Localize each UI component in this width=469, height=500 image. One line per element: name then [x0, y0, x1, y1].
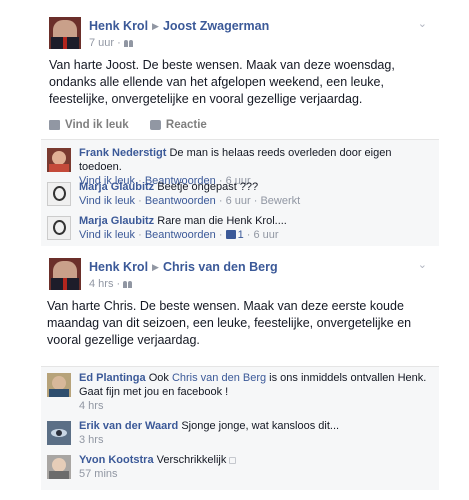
comment-meta: Vind ik leuk · Beantwoorden · 6 uur · Be…: [79, 195, 301, 207]
post-joost: Henk Krol ▶ Joost Zwagerman 7 uur · ⌄ Van h…: [41, 9, 439, 246]
post-header: Henk Krol ▶ Chris van den Berg: [89, 260, 278, 274]
avatar[interactable]: [47, 373, 71, 397]
edit-marker-icon: [229, 457, 237, 464]
comment-reply-link[interactable]: Beantwoorden: [145, 229, 216, 241]
author-link[interactable]: Henk Krol: [89, 260, 148, 274]
avatar[interactable]: [47, 421, 71, 445]
comment-time[interactable]: 6 uur: [253, 229, 278, 241]
comment: Marja Glaubitz Rare man die Henk Krol...…: [47, 214, 435, 246]
comment-text: Rare man die Henk Krol....: [157, 215, 287, 227]
comment-edited[interactable]: Bewerkt: [260, 195, 300, 207]
target-link[interactable]: Chris van den Berg: [163, 260, 278, 274]
comment-button[interactable]: Reactie: [149, 119, 207, 131]
post-chris: Henk Krol ▶ Chris van den Berg 4 hrs · ⌄ Va…: [41, 250, 439, 490]
comment-like-link[interactable]: Vind ik leuk: [79, 229, 135, 241]
comment: Erik van der Waard Sjonge jonge, wat kan…: [47, 419, 435, 451]
comment-text: Verschrikkelijk: [156, 454, 227, 466]
friends-icon: [123, 39, 134, 47]
comment: Marja Glaubitz Beetje ongepast ??? Vind …: [47, 180, 435, 212]
comment-like-count[interactable]: 1: [225, 229, 244, 241]
avatar[interactable]: [47, 182, 71, 206]
comment-author[interactable]: Erik van der Waard: [79, 420, 178, 432]
comment-time[interactable]: 6 uur: [226, 195, 251, 207]
play-arrow-icon: ▶: [152, 262, 159, 272]
comment-text: Beetje ongepast ???: [157, 181, 259, 193]
post-time[interactable]: 7 uur: [89, 37, 114, 49]
avatar[interactable]: [47, 216, 71, 240]
target-link[interactable]: Joost Zwagerman: [163, 19, 269, 33]
post-text: Van harte Joost. De beste wensen. Maak v…: [49, 58, 395, 106]
post-actions: Vind ik leuk Reactie: [49, 119, 225, 133]
avatar[interactable]: [47, 148, 71, 172]
comment-text-pre: Ook: [148, 372, 169, 384]
post-meta: 4 hrs ·: [89, 278, 133, 290]
like-thumb-icon: [49, 120, 60, 130]
comment: Frank Nederstigt De man is helaas reeds …: [47, 146, 435, 187]
avatar-henk-krol[interactable]: [49, 258, 81, 290]
comment: Yvon Kootstra Verschrikkelijk 57 mins: [47, 453, 435, 485]
comment-author[interactable]: Yvon Kootstra: [79, 454, 154, 466]
like-button[interactable]: Vind ik leuk: [49, 119, 129, 131]
post-time[interactable]: 4 hrs: [89, 278, 113, 290]
comment-author[interactable]: Ed Plantinga: [79, 372, 146, 384]
mention-link[interactable]: Chris van den Berg: [172, 372, 266, 384]
comment-author[interactable]: Marja Glaubitz: [79, 181, 154, 193]
comment-like-link[interactable]: Vind ik leuk: [79, 195, 135, 207]
like-thumb-icon: [225, 230, 236, 239]
comment: Ed Plantinga Ook Chris van den Berg is o…: [47, 371, 435, 415]
post-text: Van harte Chris. De beste wensen. Maak v…: [47, 299, 412, 347]
chevron-down-icon[interactable]: ⌄: [418, 17, 427, 30]
avatar-henk-krol[interactable]: [49, 17, 81, 49]
post-header: Henk Krol ▶ Joost Zwagerman: [89, 19, 269, 33]
friends-icon: [123, 280, 133, 288]
author-link[interactable]: Henk Krol: [89, 19, 148, 33]
play-arrow-icon: ▶: [152, 21, 159, 31]
post-meta: 7 uur ·: [89, 37, 134, 49]
comment-author[interactable]: Frank Nederstigt: [79, 147, 166, 159]
comment-time[interactable]: 4 hrs: [79, 399, 434, 413]
comments-section: Ed Plantinga Ook Chris van den Berg is o…: [41, 366, 439, 490]
chevron-down-icon[interactable]: ⌄: [418, 258, 427, 271]
comment-meta: Vind ik leuk · Beantwoorden · 1 · 6 uur: [79, 229, 279, 241]
comments-section: Frank Nederstigt De man is helaas reeds …: [41, 139, 439, 246]
comment-author[interactable]: Marja Glaubitz: [79, 215, 154, 227]
comment-bubble-icon: [149, 120, 161, 130]
comment-time[interactable]: 57 mins: [79, 467, 434, 481]
comment-time[interactable]: 3 hrs: [79, 433, 434, 447]
avatar[interactable]: [47, 455, 71, 479]
comment-reply-link[interactable]: Beantwoorden: [145, 195, 216, 207]
comment-text: Sjonge jonge, wat kansloos dit...: [181, 420, 340, 432]
